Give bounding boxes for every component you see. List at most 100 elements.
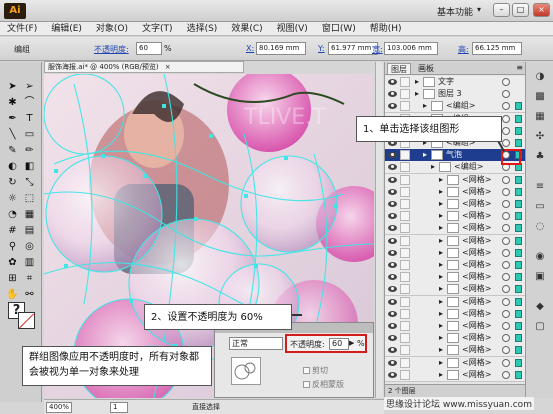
visibility-eye-icon[interactable] [388, 176, 397, 184]
menu-object[interactable]: 对象(O) [89, 22, 135, 36]
visibility-eye-icon[interactable] [388, 78, 397, 86]
chevron-down-icon[interactable]: ▾ [477, 5, 481, 14]
target-circle-icon[interactable] [502, 126, 510, 135]
sublayer-row[interactable]: ▸ <网格> [385, 295, 526, 309]
layers-panel-icon[interactable]: ◆ [532, 300, 548, 314]
expand-triangle-icon[interactable]: ▸ [423, 100, 427, 112]
height-input[interactable]: 66.125 mm [472, 42, 522, 55]
target-circle-icon[interactable] [502, 114, 510, 123]
expand-triangle-icon[interactable]: ▸ [439, 186, 443, 198]
lock-toggle[interactable] [400, 296, 410, 307]
target-circle-icon[interactable] [502, 261, 510, 269]
pencil-tool-icon[interactable]: ✏ [22, 144, 37, 158]
eyedropper-tool-icon[interactable]: ⚲ [5, 240, 20, 254]
color-panel-icon[interactable]: ◑ [532, 70, 548, 84]
visibility-eye-icon[interactable] [388, 249, 397, 257]
lock-toggle[interactable] [400, 174, 410, 185]
blend-tool-icon[interactable]: ◎ [22, 240, 37, 254]
warp-tool-icon[interactable]: ☼ [5, 192, 20, 206]
expand-triangle-icon[interactable]: ▸ [439, 308, 443, 320]
visibility-eye-icon[interactable] [388, 200, 397, 208]
type-tool-icon[interactable]: T [22, 112, 37, 126]
sublayer-row[interactable]: ▸ <网格> [385, 368, 526, 382]
expand-triangle-icon[interactable]: ▸ [439, 283, 443, 295]
width-input[interactable]: 103.006 mm [384, 42, 438, 55]
selection-indicator-icon[interactable] [515, 139, 522, 147]
lock-toggle[interactable] [400, 162, 410, 173]
sublayer-row[interactable]: ▸ <网格> [385, 271, 526, 285]
sublayer-row[interactable]: ▸ <网格> [385, 332, 526, 346]
control-opacity-input[interactable]: 60 [136, 42, 162, 55]
target-circle-icon[interactable] [502, 200, 510, 208]
y-input[interactable]: 61.977 mm [328, 42, 378, 55]
opacity-input[interactable]: 60 [329, 338, 349, 350]
selection-indicator-icon[interactable] [515, 187, 522, 196]
target-circle-icon[interactable] [502, 224, 510, 233]
lock-toggle[interactable] [400, 333, 410, 344]
slice-tool-icon[interactable]: ⌗ [22, 272, 37, 286]
visibility-eye-icon[interactable] [388, 310, 397, 318]
target-circle-icon[interactable] [502, 273, 510, 282]
visibility-eye-icon[interactable] [388, 102, 397, 110]
gradient-panel-icon[interactable]: ▭ [532, 200, 548, 214]
column-graph-tool-icon[interactable]: ▥ [22, 256, 37, 270]
visibility-eye-icon[interactable] [388, 298, 397, 306]
selection-indicator-icon[interactable] [515, 102, 522, 111]
menu-file[interactable]: 文件(F) [0, 22, 44, 36]
expand-triangle-icon[interactable]: ▸ [439, 271, 443, 283]
visibility-eye-icon[interactable] [388, 359, 397, 367]
selection-indicator-icon[interactable] [515, 322, 522, 330]
menu-help[interactable]: 帮助(H) [363, 22, 409, 36]
direct-selection-tool-icon[interactable]: ➢ [22, 80, 37, 94]
color-guide-icon[interactable]: ▩ [532, 90, 548, 104]
selection-indicator-icon[interactable] [515, 212, 522, 221]
expand-triangle-icon[interactable]: ▸ [415, 76, 419, 88]
selection-indicator-icon[interactable] [515, 309, 522, 318]
lock-toggle[interactable] [400, 77, 410, 87]
target-circle-icon[interactable] [502, 212, 510, 221]
sublayer-row[interactable]: ▸ <网格> [385, 259, 526, 272]
perspective-grid-tool-icon[interactable]: ▦ [22, 208, 37, 222]
blob-brush-tool-icon[interactable]: ◐ [5, 160, 20, 174]
visibility-eye-icon[interactable] [388, 285, 397, 293]
layer-row[interactable]: ▸ 图层 3 [385, 88, 526, 102]
rotate-tool-icon[interactable]: ↻ [5, 176, 20, 190]
layer-row[interactable]: ▸ 文字 [385, 76, 526, 89]
close-icon[interactable]: × [165, 63, 171, 71]
sublayer-row[interactable]: ▸ <网格> [385, 356, 526, 370]
artboards-panel-icon[interactable]: ▢ [532, 320, 548, 334]
target-circle-icon[interactable] [502, 175, 510, 184]
selection-indicator-icon[interactable] [515, 175, 522, 184]
height-label[interactable]: 高: [458, 44, 469, 55]
chevron-right-icon[interactable]: ▶ [349, 339, 354, 347]
close-button[interactable]: × [533, 3, 550, 17]
selection-indicator-icon[interactable] [515, 370, 522, 379]
expand-triangle-icon[interactable]: ▸ [439, 235, 443, 247]
target-circle-icon[interactable] [502, 370, 510, 379]
visibility-eye-icon[interactable] [388, 346, 397, 354]
sublayer-row[interactable]: ▸ <网格> [385, 234, 526, 248]
artboard-tool-icon[interactable]: ⊞ [5, 272, 20, 286]
expand-triangle-icon[interactable]: ▸ [439, 174, 443, 186]
width-label[interactable]: 宽: [372, 44, 383, 55]
sublayer-row[interactable]: ▸ <网格> [385, 210, 526, 224]
invert-mask-checkbox[interactable]: 反相蒙版 [303, 379, 344, 390]
hand-tool-icon[interactable]: ✋ [5, 288, 20, 302]
expand-triangle-icon[interactable]: ▸ [439, 320, 443, 332]
opacity-link[interactable]: 不透明度: [94, 44, 129, 55]
visibility-eye-icon[interactable] [388, 261, 397, 269]
workspace-switcher[interactable]: 基本功能 [437, 5, 473, 18]
expand-triangle-icon[interactable]: ▸ [439, 296, 443, 308]
eraser-tool-icon[interactable]: ◧ [22, 160, 37, 174]
pen-tool-icon[interactable]: ✒ [5, 112, 20, 126]
expand-triangle-icon[interactable]: ▸ [439, 259, 443, 271]
lock-toggle[interactable] [400, 247, 410, 258]
visibility-eye-icon[interactable] [388, 334, 397, 342]
selection-indicator-icon[interactable] [515, 358, 522, 367]
lock-toggle[interactable] [400, 150, 410, 161]
scale-tool-icon[interactable]: ⤡ [22, 176, 37, 190]
selection-indicator-icon[interactable] [515, 248, 522, 257]
selection-indicator-icon[interactable] [515, 273, 522, 282]
sublayer-row[interactable]: ▸ <网格> [385, 283, 526, 297]
brushes-icon[interactable]: ✣ [532, 130, 548, 144]
